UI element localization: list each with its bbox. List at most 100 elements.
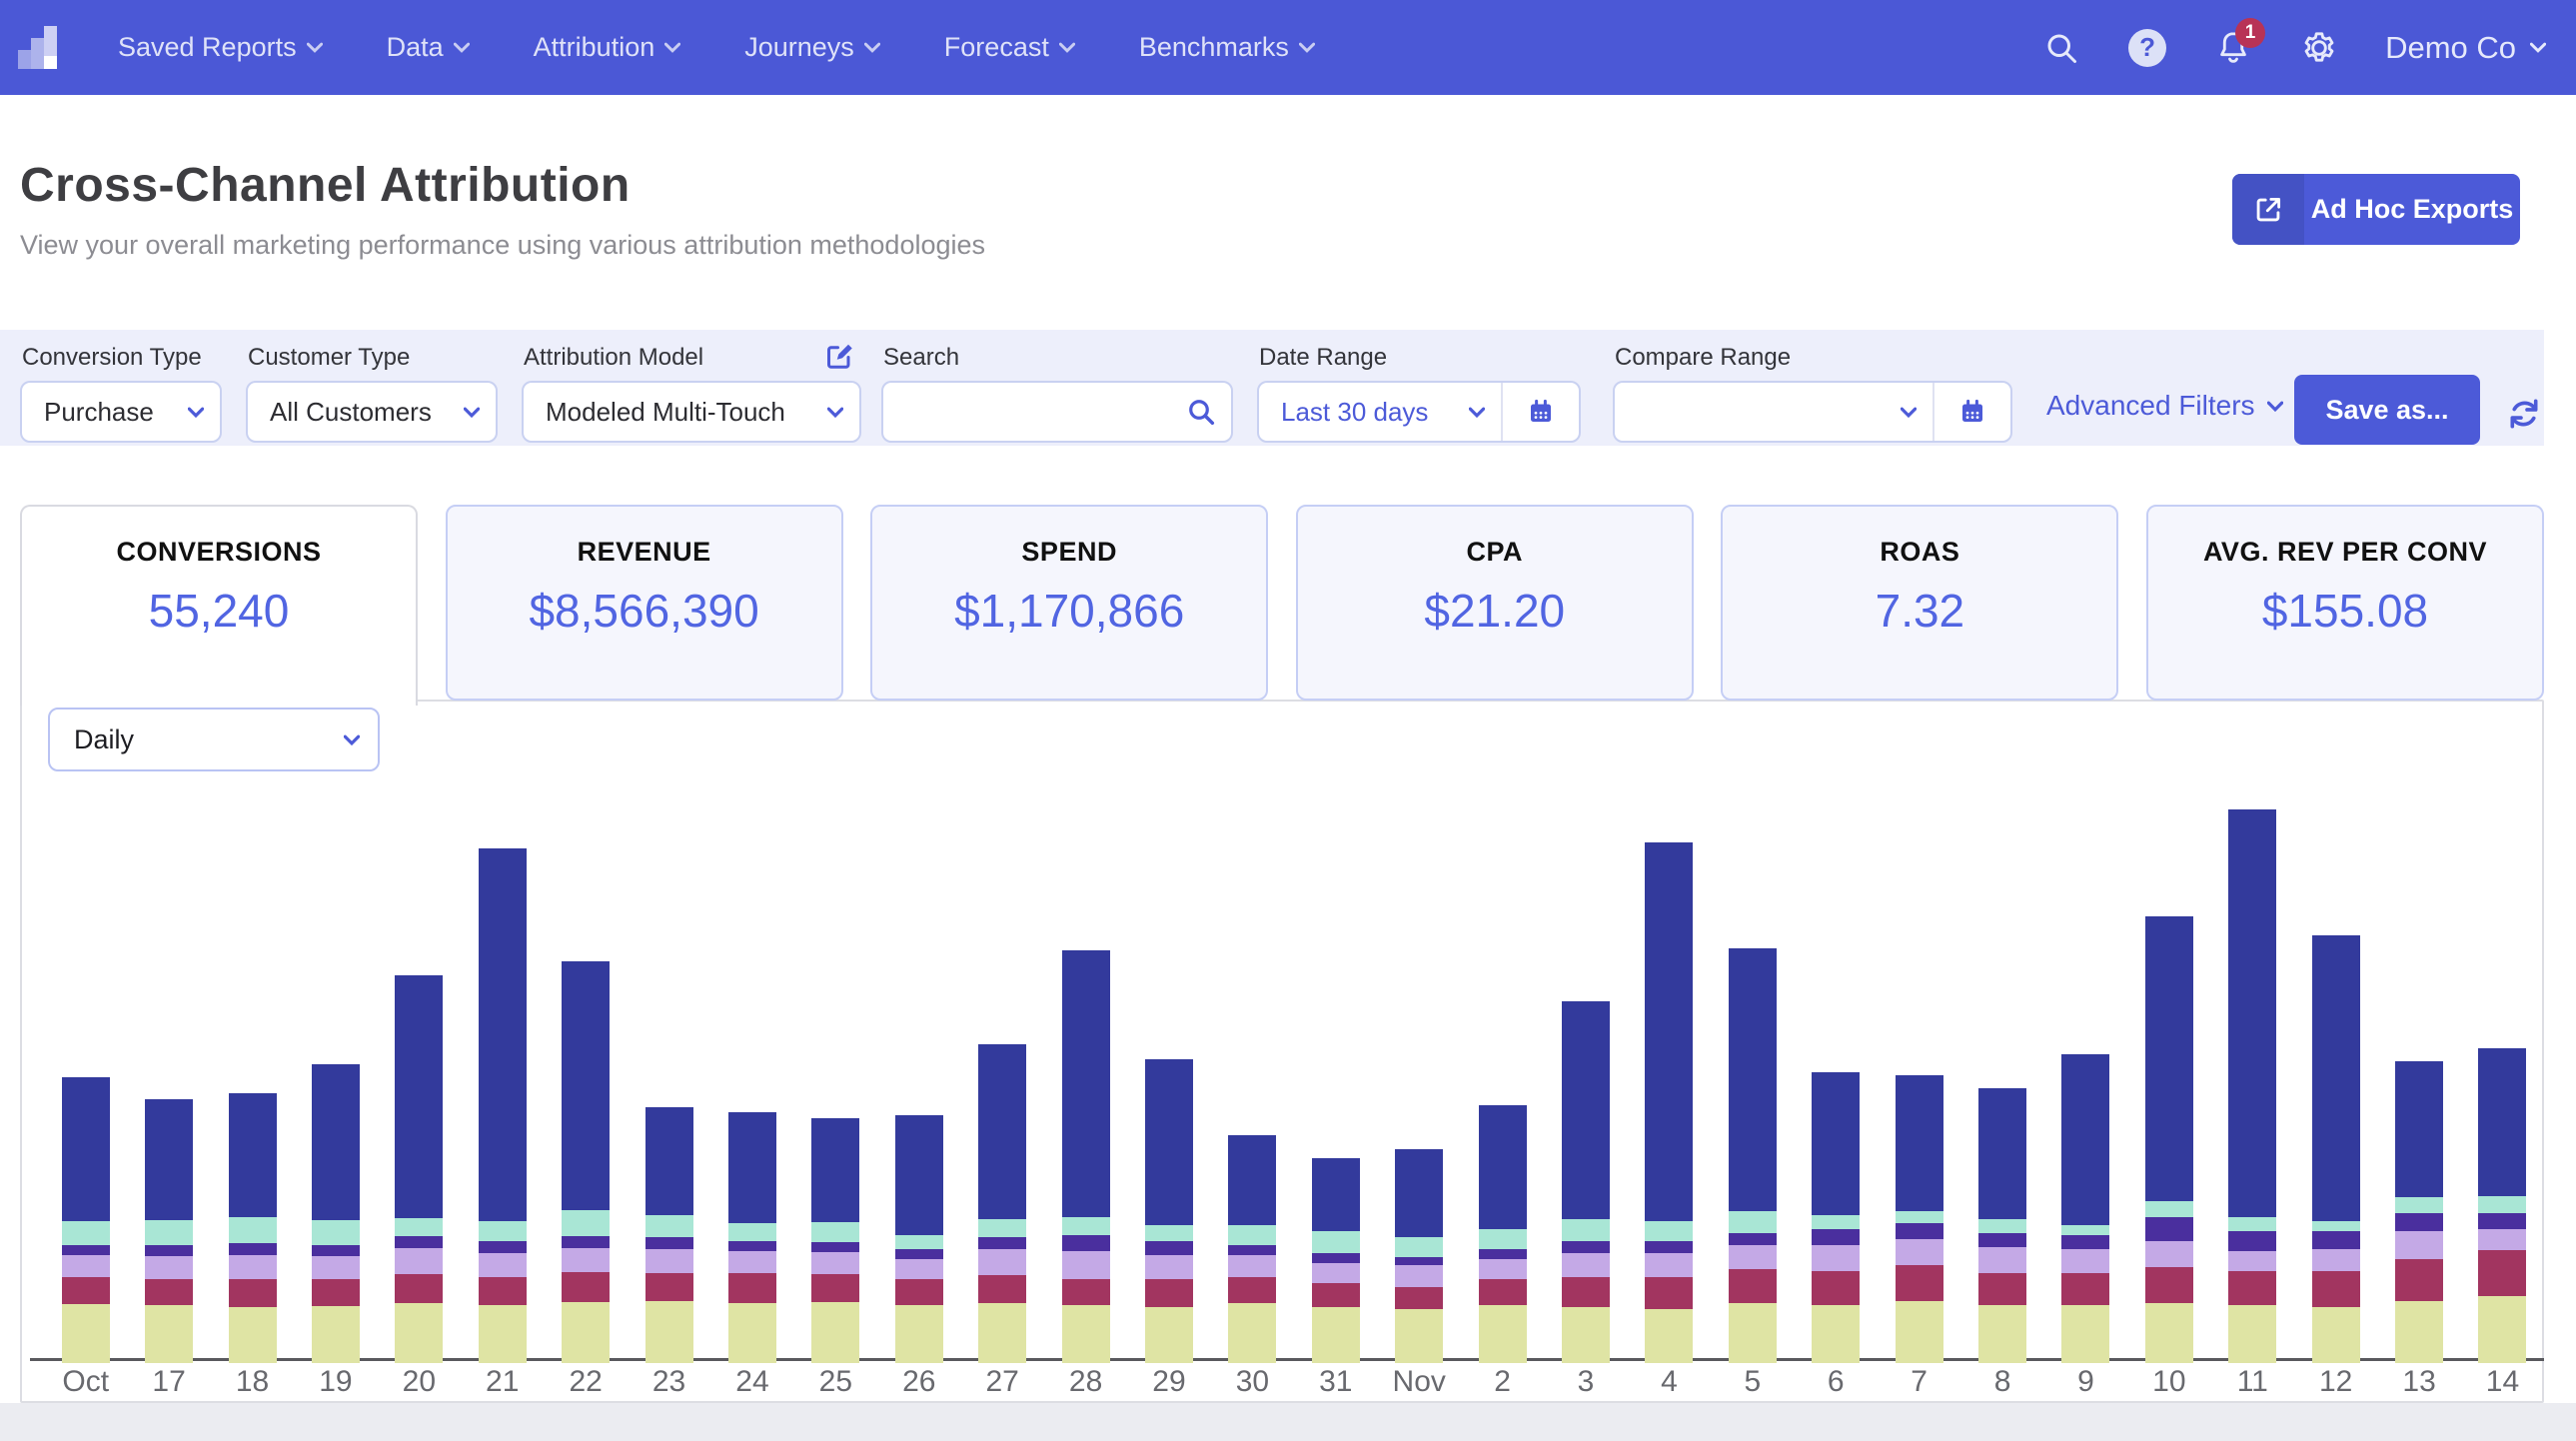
account-menu[interactable]: Demo Co — [2385, 30, 2546, 66]
search-field-icon[interactable] — [1185, 396, 1217, 433]
segment-mint — [312, 1220, 360, 1245]
bar-column[interactable]: 11 — [2211, 702, 2294, 1401]
save-as-button[interactable]: Save as... — [2294, 375, 2480, 445]
kpi-tab-cpa[interactable]: CPA $21.20 — [1296, 505, 1694, 701]
ad-hoc-exports-button[interactable]: Ad Hoc Exports — [2232, 174, 2520, 245]
bar-column[interactable]: 21 — [461, 702, 544, 1401]
bar-column[interactable]: 26 — [877, 702, 960, 1401]
bar-column[interactable]: 4 — [1628, 702, 1711, 1401]
search-icon[interactable] — [2041, 28, 2081, 68]
nav-item-forecast[interactable]: Forecast — [944, 32, 1075, 63]
bar-column[interactable]: 27 — [960, 702, 1043, 1401]
notifications-bell-icon[interactable]: 1 — [2213, 28, 2253, 68]
segment-yellow-green — [479, 1305, 527, 1363]
chevron-down-icon — [188, 407, 204, 418]
bar-column[interactable]: 30 — [1211, 702, 1294, 1401]
bar-column[interactable]: 18 — [211, 702, 294, 1401]
bar-column[interactable]: 12 — [2294, 702, 2377, 1401]
segment-purple — [395, 1236, 443, 1248]
nav-item-benchmarks[interactable]: Benchmarks — [1139, 32, 1315, 63]
date-range-calendar-icon[interactable] — [1501, 383, 1579, 441]
nav-item-saved-reports[interactable]: Saved Reports — [118, 32, 323, 63]
refresh-icon[interactable] — [2506, 396, 2542, 437]
bar-column[interactable]: 2 — [1461, 702, 1544, 1401]
conversion-type-select[interactable]: Purchase — [20, 381, 222, 443]
segment-maroon — [395, 1274, 443, 1303]
bar-column[interactable]: 20 — [378, 702, 461, 1401]
bar-column[interactable]: Nov — [1378, 702, 1461, 1401]
segment-maroon — [978, 1275, 1026, 1303]
customer-type-select[interactable]: All Customers — [246, 381, 498, 443]
bar-column[interactable]: 10 — [2127, 702, 2210, 1401]
segment-mint — [1145, 1225, 1193, 1241]
bar-column[interactable]: 31 — [1294, 702, 1377, 1401]
page-bottom-band — [0, 1403, 2576, 1441]
bar-column[interactable]: 29 — [1127, 702, 1210, 1401]
segment-maroon — [2395, 1259, 2443, 1301]
edit-attribution-model-icon[interactable] — [821, 338, 857, 379]
advanced-filters-link[interactable]: Advanced Filters — [2046, 390, 2283, 422]
segment-purple — [145, 1245, 193, 1256]
x-axis-tick-label: 28 — [1069, 1365, 1102, 1399]
bar-column[interactable]: 28 — [1044, 702, 1127, 1401]
segment-mint — [2228, 1217, 2276, 1231]
x-axis-tick-label: 2 — [1494, 1365, 1511, 1399]
settings-gear-icon[interactable] — [2299, 28, 2339, 68]
kpi-tab-avg-rev-per-conv[interactable]: AVG. REV PER CONV $155.08 — [2146, 505, 2544, 701]
segment-blue — [1812, 1072, 1860, 1215]
segment-lavender — [562, 1248, 610, 1272]
x-axis-tick-label: 30 — [1236, 1365, 1269, 1399]
bar-column[interactable]: 14 — [2461, 702, 2544, 1401]
segment-blue — [562, 961, 610, 1210]
bar-column[interactable]: 23 — [628, 702, 710, 1401]
kpi-tab-conversions[interactable]: CONVERSIONS 55,240 — [20, 505, 418, 706]
segment-purple — [312, 1245, 360, 1256]
nav-item-label: Saved Reports — [118, 32, 297, 63]
bar-column[interactable]: 22 — [544, 702, 627, 1401]
help-icon[interactable]: ? — [2127, 28, 2167, 68]
compare-range-calendar-icon[interactable] — [1932, 383, 2010, 441]
nav-item-attribution[interactable]: Attribution — [534, 32, 681, 63]
bar-column[interactable]: 7 — [1878, 702, 1960, 1401]
attribution-model-select[interactable]: Modeled Multi-Touch — [522, 381, 861, 443]
x-axis-tick-label: 10 — [2152, 1365, 2185, 1399]
x-axis-tick-label: Nov — [1393, 1365, 1446, 1399]
kpi-tab-revenue[interactable]: REVENUE $8,566,390 — [446, 505, 843, 701]
page-title: Cross-Channel Attribution — [20, 158, 631, 213]
segment-lavender — [1145, 1255, 1193, 1279]
kpi-tab-roas[interactable]: ROAS 7.32 — [1721, 505, 2118, 701]
bar-column[interactable]: 3 — [1544, 702, 1627, 1401]
x-axis-tick-label: 6 — [1828, 1365, 1845, 1399]
segment-purple — [62, 1245, 110, 1255]
bar-column[interactable]: 17 — [127, 702, 210, 1401]
bar-column[interactable]: 24 — [710, 702, 793, 1401]
date-range-select[interactable]: Last 30 days — [1259, 383, 1501, 441]
bar-column[interactable]: 8 — [1960, 702, 2043, 1401]
bar-column[interactable]: 25 — [794, 702, 877, 1401]
segment-mint — [62, 1221, 110, 1245]
kpi-tab-spend[interactable]: SPEND $1,170,866 — [870, 505, 1268, 701]
bar-column[interactable]: 19 — [294, 702, 377, 1401]
brand-logo-icon[interactable] — [16, 23, 62, 73]
segment-maroon — [1228, 1277, 1276, 1303]
segment-lavender — [1062, 1251, 1110, 1279]
nav-item-data[interactable]: Data — [387, 32, 470, 63]
nav-item-journeys[interactable]: Journeys — [744, 32, 880, 63]
segment-yellow-green — [1395, 1309, 1443, 1363]
segment-yellow-green — [811, 1302, 859, 1363]
bar-column[interactable]: 5 — [1711, 702, 1794, 1401]
segment-yellow-green — [2478, 1296, 2526, 1363]
segment-mint — [2395, 1197, 2443, 1213]
segment-yellow-green — [1228, 1303, 1276, 1363]
segment-purple — [1562, 1241, 1610, 1253]
segment-blue — [2312, 935, 2360, 1221]
granularity-select[interactable]: Daily — [48, 708, 380, 771]
segment-lavender — [2395, 1231, 2443, 1259]
bar-column[interactable]: Oct — [44, 702, 127, 1401]
notification-badge: 1 — [2235, 18, 2265, 48]
search-input[interactable] — [881, 381, 1233, 443]
compare-range-select[interactable] — [1615, 383, 1932, 441]
bar-column[interactable]: 9 — [2044, 702, 2127, 1401]
bar-column[interactable]: 6 — [1795, 702, 1878, 1401]
bar-column[interactable]: 13 — [2377, 702, 2460, 1401]
